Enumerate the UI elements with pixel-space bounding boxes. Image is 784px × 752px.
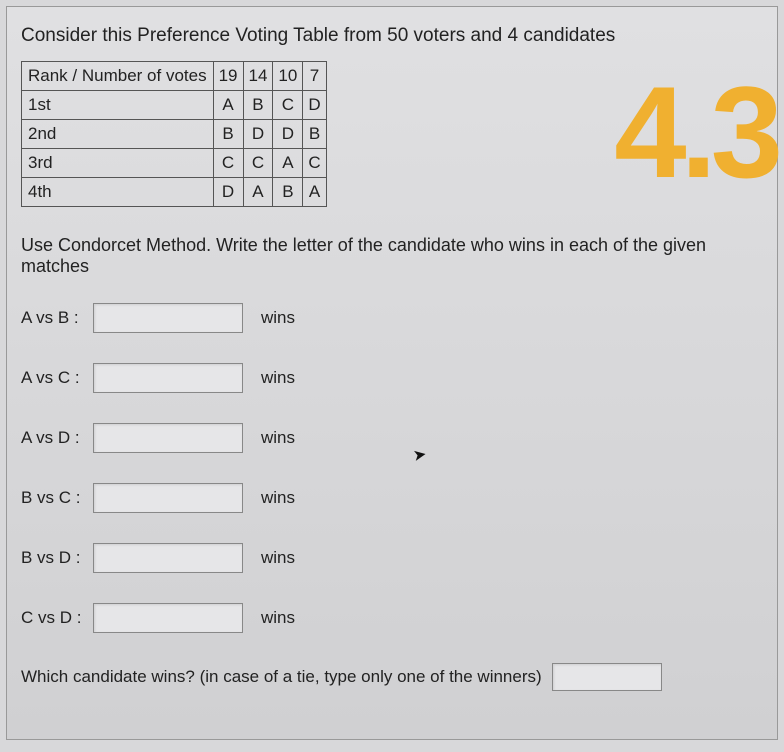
- pref-cell: D: [303, 91, 326, 120]
- instruction-text: Use Condorcet Method. Write the letter o…: [21, 235, 763, 277]
- pref-cell: B: [243, 91, 273, 120]
- final-answer-input[interactable]: [552, 663, 662, 691]
- match-input-a-vs-b[interactable]: [93, 303, 243, 333]
- match-input-b-vs-d[interactable]: [93, 543, 243, 573]
- table-header-row: Rank / Number of votes 19 14 10 7: [22, 62, 327, 91]
- pref-cell: C: [243, 149, 273, 178]
- pref-cell: C: [273, 91, 303, 120]
- rank-label: 1st: [22, 91, 214, 120]
- wins-label: wins: [261, 488, 295, 508]
- table-row: 3rd C C A C: [22, 149, 327, 178]
- wins-label: wins: [261, 368, 295, 388]
- match-input-a-vs-c[interactable]: [93, 363, 243, 393]
- match-row-a-vs-d: A vs D : wins: [21, 423, 763, 453]
- handwritten-annotation: 4.3: [614, 67, 777, 197]
- preference-table: Rank / Number of votes 19 14 10 7 1st A …: [21, 61, 327, 207]
- match-row-b-vs-d: B vs D : wins: [21, 543, 763, 573]
- vote-count: 7: [303, 62, 326, 91]
- table-row: 4th D A B A: [22, 178, 327, 207]
- match-row-a-vs-c: A vs C : wins: [21, 363, 763, 393]
- table-row: 2nd B D D B: [22, 120, 327, 149]
- pref-cell: A: [213, 91, 243, 120]
- wins-label: wins: [261, 548, 295, 568]
- vote-count: 10: [273, 62, 303, 91]
- pref-cell: A: [243, 178, 273, 207]
- vote-count: 19: [213, 62, 243, 91]
- match-label: A vs D :: [21, 428, 93, 448]
- match-label: C vs D :: [21, 608, 93, 628]
- pref-cell: A: [303, 178, 326, 207]
- pref-cell: D: [273, 120, 303, 149]
- final-question-row: Which candidate wins? (in case of a tie,…: [21, 663, 763, 691]
- header-label: Rank / Number of votes: [22, 62, 214, 91]
- worksheet-page: Consider this Preference Voting Table fr…: [6, 6, 778, 740]
- match-label: B vs C :: [21, 488, 93, 508]
- wins-label: wins: [261, 608, 295, 628]
- rank-label: 3rd: [22, 149, 214, 178]
- pref-cell: D: [243, 120, 273, 149]
- match-input-a-vs-d[interactable]: [93, 423, 243, 453]
- match-input-c-vs-d[interactable]: [93, 603, 243, 633]
- match-row-c-vs-d: C vs D : wins: [21, 603, 763, 633]
- vote-count: 14: [243, 62, 273, 91]
- rank-label: 4th: [22, 178, 214, 207]
- match-row-b-vs-c: B vs C : wins: [21, 483, 763, 513]
- page-title: Consider this Preference Voting Table fr…: [21, 25, 763, 47]
- wins-label: wins: [261, 308, 295, 328]
- pref-cell: C: [303, 149, 326, 178]
- rank-label: 2nd: [22, 120, 214, 149]
- pref-cell: A: [273, 149, 303, 178]
- pref-cell: B: [213, 120, 243, 149]
- wins-label: wins: [261, 428, 295, 448]
- pref-cell: C: [213, 149, 243, 178]
- match-label: A vs B :: [21, 308, 93, 328]
- pref-cell: B: [303, 120, 326, 149]
- pref-cell: D: [213, 178, 243, 207]
- table-row: 1st A B C D: [22, 91, 327, 120]
- final-question-text: Which candidate wins? (in case of a tie,…: [21, 667, 542, 687]
- pref-cell: B: [273, 178, 303, 207]
- match-label: B vs D :: [21, 548, 93, 568]
- match-label: A vs C :: [21, 368, 93, 388]
- match-input-b-vs-c[interactable]: [93, 483, 243, 513]
- match-row-a-vs-b: A vs B : wins: [21, 303, 763, 333]
